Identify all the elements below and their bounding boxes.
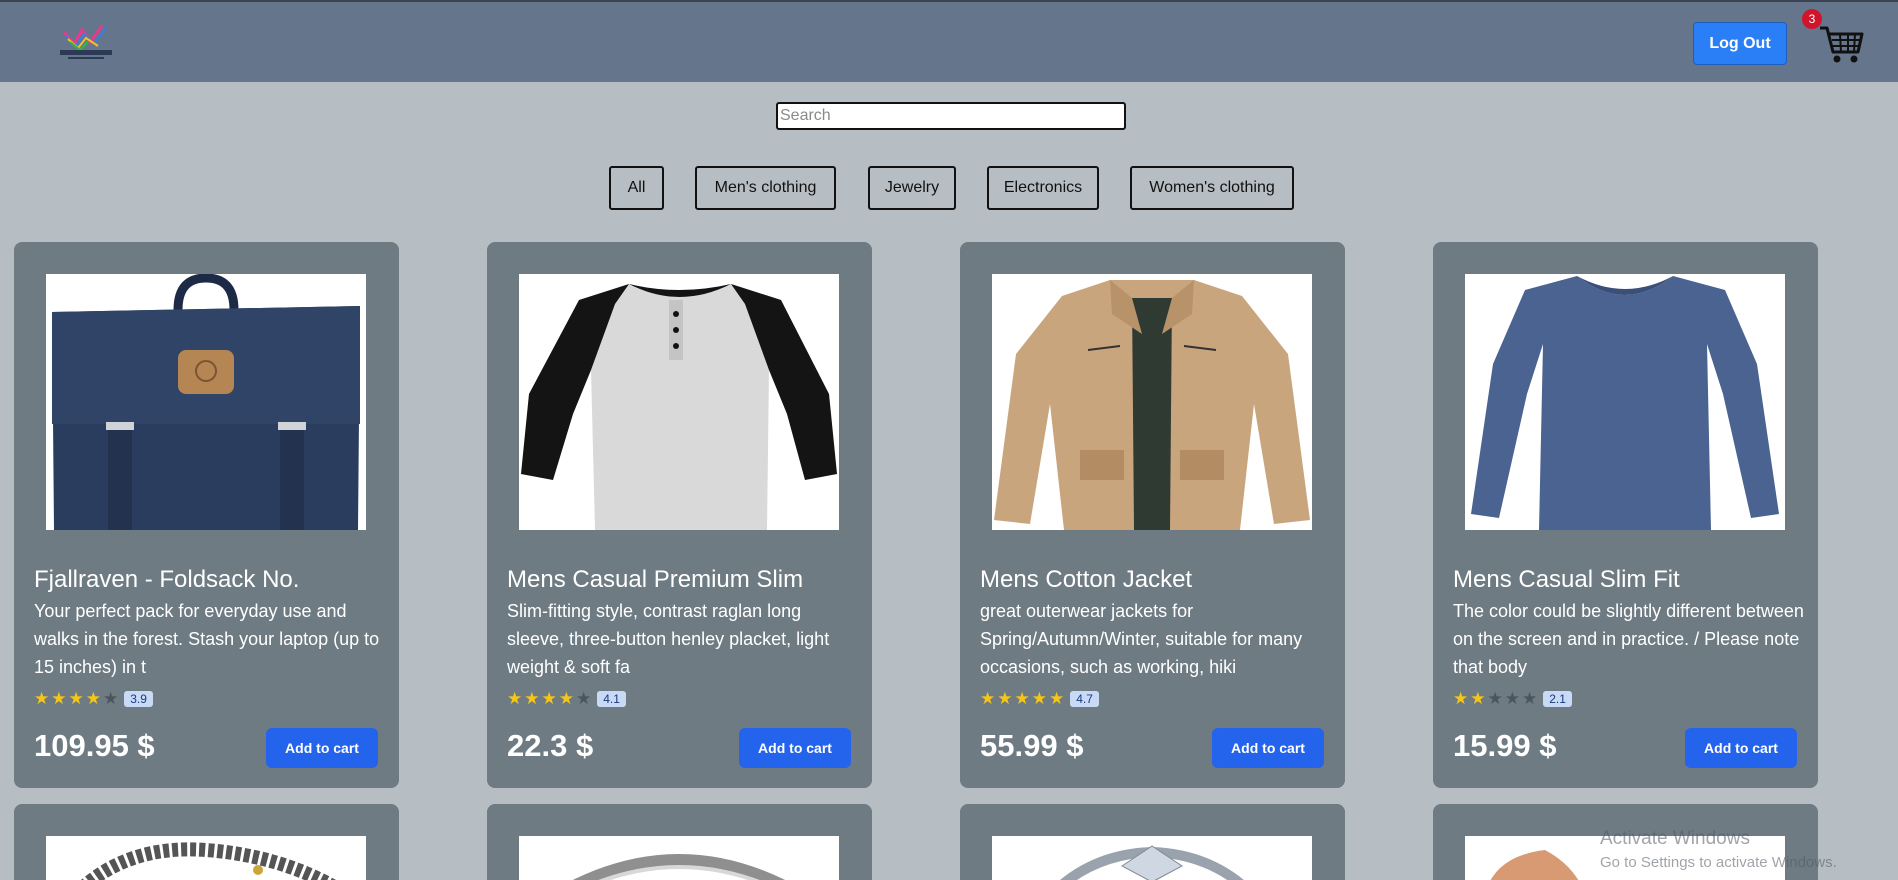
star-icon: ★: [1453, 689, 1469, 708]
product-price: 15.99 $: [1453, 728, 1557, 763]
product-image[interactable]: [1465, 274, 1785, 530]
product-image[interactable]: [992, 274, 1312, 530]
product-image[interactable]: [46, 836, 366, 880]
star-icon: ★: [85, 689, 101, 708]
cart-count-badge: 3: [1802, 9, 1822, 29]
star-icon: ★: [1504, 689, 1520, 708]
rating-badge: 4.1: [597, 691, 626, 707]
logout-button[interactable]: Log Out: [1693, 22, 1787, 65]
product-card: Mens Casual Premium Slim Slim-fitting st…: [487, 242, 872, 788]
product-description: Slim-fitting style, contrast raglan long…: [507, 601, 830, 677]
star-icon: ★: [1470, 689, 1486, 708]
star-icon: ★: [68, 689, 84, 708]
product-price: 55.99 $: [980, 728, 1084, 763]
star-icon: ★: [1522, 689, 1538, 708]
rating-badge: 4.7: [1070, 691, 1099, 707]
product-title: Fjallraven - Foldsack No.: [34, 566, 300, 593]
shopping-cart-icon[interactable]: [1818, 22, 1864, 66]
product-card: Mens Cotton Jacket great outerwear jacke…: [960, 242, 1345, 788]
star-icon: ★: [1487, 689, 1503, 708]
webdesign-logo[interactable]: [54, 20, 134, 62]
star-icon: ★: [103, 689, 119, 708]
filter-all-button[interactable]: All: [609, 166, 664, 210]
filter-jewelry-button[interactable]: Jewelry: [868, 166, 956, 210]
product-card: [487, 804, 872, 880]
product-title: Mens Casual Premium Slim: [507, 566, 804, 593]
product-rating: ★ ★ ★ ★ ★ 4.1: [507, 690, 626, 708]
star-icon: ★: [524, 689, 540, 708]
product-description: The color could be slightly different be…: [1453, 601, 1804, 677]
product-image[interactable]: [519, 836, 839, 880]
star-icon: ★: [576, 689, 592, 708]
add-to-cart-button[interactable]: Add to cart: [739, 728, 851, 768]
product-image[interactable]: [992, 836, 1312, 880]
windows-activation-watermark-subtext: Go to Settings to activate Windows.: [1600, 854, 1837, 871]
star-icon: ★: [541, 689, 557, 708]
add-to-cart-button[interactable]: Add to cart: [266, 728, 378, 768]
star-icon: ★: [558, 689, 574, 708]
product-description: great outerwear jackets for Spring/Autum…: [980, 601, 1303, 677]
star-icon: ★: [34, 689, 50, 708]
product-card: Mens Casual Slim Fit The color could be …: [1433, 242, 1818, 788]
add-to-cart-button[interactable]: Add to cart: [1212, 728, 1324, 768]
star-icon: ★: [1014, 689, 1030, 708]
product-rating: ★ ★ ★ ★ ★ 4.7: [980, 690, 1099, 708]
star-icon: ★: [51, 689, 67, 708]
product-rating: ★ ★ ★ ★ ★ 2.1: [1453, 690, 1572, 708]
rating-badge: 2.1: [1543, 691, 1572, 707]
product-title: Mens Cotton Jacket: [980, 566, 1193, 593]
product-title: Mens Casual Slim Fit: [1453, 566, 1680, 593]
star-icon: ★: [1049, 689, 1065, 708]
filter-womens-clothing-button[interactable]: Women's clothing: [1130, 166, 1294, 210]
product-card: [14, 804, 399, 880]
star-icon: ★: [980, 689, 996, 708]
product-price: 22.3 $: [507, 728, 594, 763]
filter-mens-clothing-button[interactable]: Men's clothing: [695, 166, 836, 210]
add-to-cart-button[interactable]: Add to cart: [1685, 728, 1797, 768]
star-icon: ★: [1031, 689, 1047, 708]
product-description: Your perfect pack for everyday use and w…: [34, 601, 380, 677]
product-card: Fjallraven - Foldsack No. Your perfect p…: [14, 242, 399, 788]
search-input[interactable]: [776, 102, 1126, 130]
star-icon: ★: [997, 689, 1013, 708]
product-image[interactable]: [519, 274, 839, 530]
product-rating: ★ ★ ★ ★ ★ 3.9: [34, 690, 153, 708]
product-price: 109.95 $: [34, 728, 155, 763]
filter-electronics-button[interactable]: Electronics: [987, 166, 1099, 210]
windows-activation-watermark: Activate Windows: [1600, 828, 1750, 849]
top-navbar: Log Out 3: [0, 0, 1898, 82]
product-image[interactable]: [46, 274, 366, 530]
star-icon: ★: [507, 689, 523, 708]
rating-badge: 3.9: [124, 691, 153, 707]
product-card: [960, 804, 1345, 880]
